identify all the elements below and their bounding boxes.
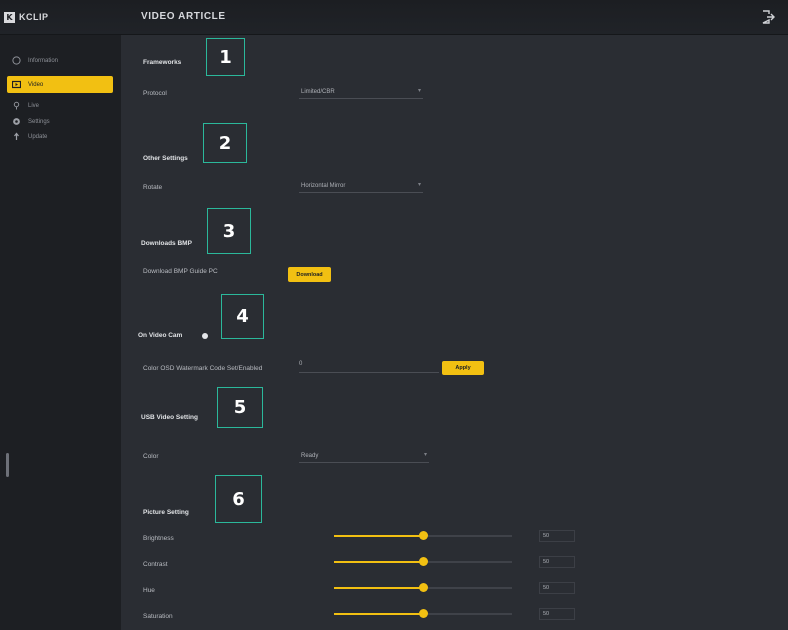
rotate-label: Rotate xyxy=(143,184,163,191)
section-title-picture-setting: Picture Setting xyxy=(143,509,189,516)
protocol-select[interactable]: Limited/CBR ▾ xyxy=(299,85,423,99)
color-label: Color xyxy=(143,453,159,460)
section-title-on-video-cam: On Video Cam xyxy=(138,332,183,339)
section-title-usb-video-setting: USB Video Setting xyxy=(141,414,198,421)
live-icon xyxy=(12,101,21,110)
sidebar-item-information[interactable]: Information xyxy=(7,52,113,69)
slider-knob[interactable] xyxy=(419,557,428,566)
section-title-frameworks: Frameworks xyxy=(143,59,182,66)
gear-icon xyxy=(12,117,21,126)
logo-text: KCLIP xyxy=(19,12,49,22)
download-bmp-label: Download BMP Guide PC xyxy=(143,268,218,275)
color-select-value: Ready xyxy=(301,452,319,459)
chevron-down-icon: ▾ xyxy=(417,88,421,94)
brightness-slider[interactable] xyxy=(334,530,512,542)
callout-6: 6 xyxy=(215,475,262,523)
callout-3: 3 xyxy=(207,208,251,254)
sidebar-item-video[interactable]: Video xyxy=(7,76,113,93)
callout-5: 5 xyxy=(217,387,263,428)
sidebar-item-label: Information xyxy=(28,57,59,64)
rotate-select-value: Horizontal Mirror xyxy=(301,182,346,189)
on-video-cam-toggle[interactable] xyxy=(202,333,208,339)
callout-1: 1 xyxy=(206,38,245,76)
section-title-other-settings: Other Settings xyxy=(143,155,188,162)
callout-2: 2 xyxy=(203,123,247,163)
brightness-label: Brightness xyxy=(143,535,174,542)
saturation-label: Saturation xyxy=(143,613,173,620)
saturation-slider[interactable] xyxy=(334,608,512,620)
sidebar: Information Video Live Settings Update xyxy=(0,35,121,630)
download-button[interactable]: Download xyxy=(288,267,331,282)
hue-label: Hue xyxy=(143,587,155,594)
update-icon xyxy=(12,132,21,141)
page-title: VIDEO ARTICLE xyxy=(141,11,226,22)
sidebar-resize-handle[interactable] xyxy=(6,453,9,477)
brightness-value[interactable]: 50 xyxy=(539,530,575,542)
logout-icon[interactable] xyxy=(761,9,775,25)
watermark-code-input[interactable]: 0 xyxy=(299,361,439,373)
apply-button[interactable]: Apply xyxy=(442,361,484,375)
hue-value[interactable]: 50 xyxy=(539,582,575,594)
hue-slider[interactable] xyxy=(334,582,512,594)
main-content: Frameworks 1 Protocol Limited/CBR ▾ 2 Ot… xyxy=(121,35,788,630)
sidebar-item-live[interactable]: Live xyxy=(7,97,113,114)
callout-4: 4 xyxy=(221,294,264,339)
slider-fill xyxy=(334,587,423,589)
contrast-slider[interactable] xyxy=(334,556,512,568)
slider-fill xyxy=(334,535,423,537)
sidebar-item-label: Video xyxy=(28,81,44,88)
slider-knob[interactable] xyxy=(419,583,428,592)
sidebar-item-label: Live xyxy=(28,102,40,109)
logo-mark: K xyxy=(4,11,15,23)
chevron-down-icon: ▾ xyxy=(417,182,421,188)
saturation-value[interactable]: 50 xyxy=(539,608,575,620)
protocol-label: Protocol xyxy=(143,90,167,97)
slider-fill xyxy=(334,613,423,615)
sidebar-item-label: Update xyxy=(28,133,48,140)
protocol-select-value: Limited/CBR xyxy=(301,88,335,95)
contrast-label: Contrast xyxy=(143,561,168,568)
watermark-code-label: Color OSD Watermark Code Set/Enabled xyxy=(143,365,263,372)
color-select[interactable]: Ready ▾ xyxy=(299,449,429,463)
sidebar-item-update[interactable]: Update xyxy=(7,128,113,145)
slider-knob[interactable] xyxy=(419,609,428,618)
rotate-select[interactable]: Horizontal Mirror ▾ xyxy=(299,179,423,193)
info-icon xyxy=(12,56,21,65)
slider-knob[interactable] xyxy=(419,531,428,540)
chevron-down-icon: ▾ xyxy=(423,452,427,458)
video-icon xyxy=(12,80,21,89)
slider-fill xyxy=(334,561,423,563)
contrast-value[interactable]: 50 xyxy=(539,556,575,568)
top-bar: K KCLIP VIDEO ARTICLE xyxy=(0,0,788,35)
sidebar-item-label: Settings xyxy=(28,118,50,125)
section-title-downloads-bmp: Downloads BMP xyxy=(141,240,192,247)
logo: K KCLIP xyxy=(4,10,49,24)
